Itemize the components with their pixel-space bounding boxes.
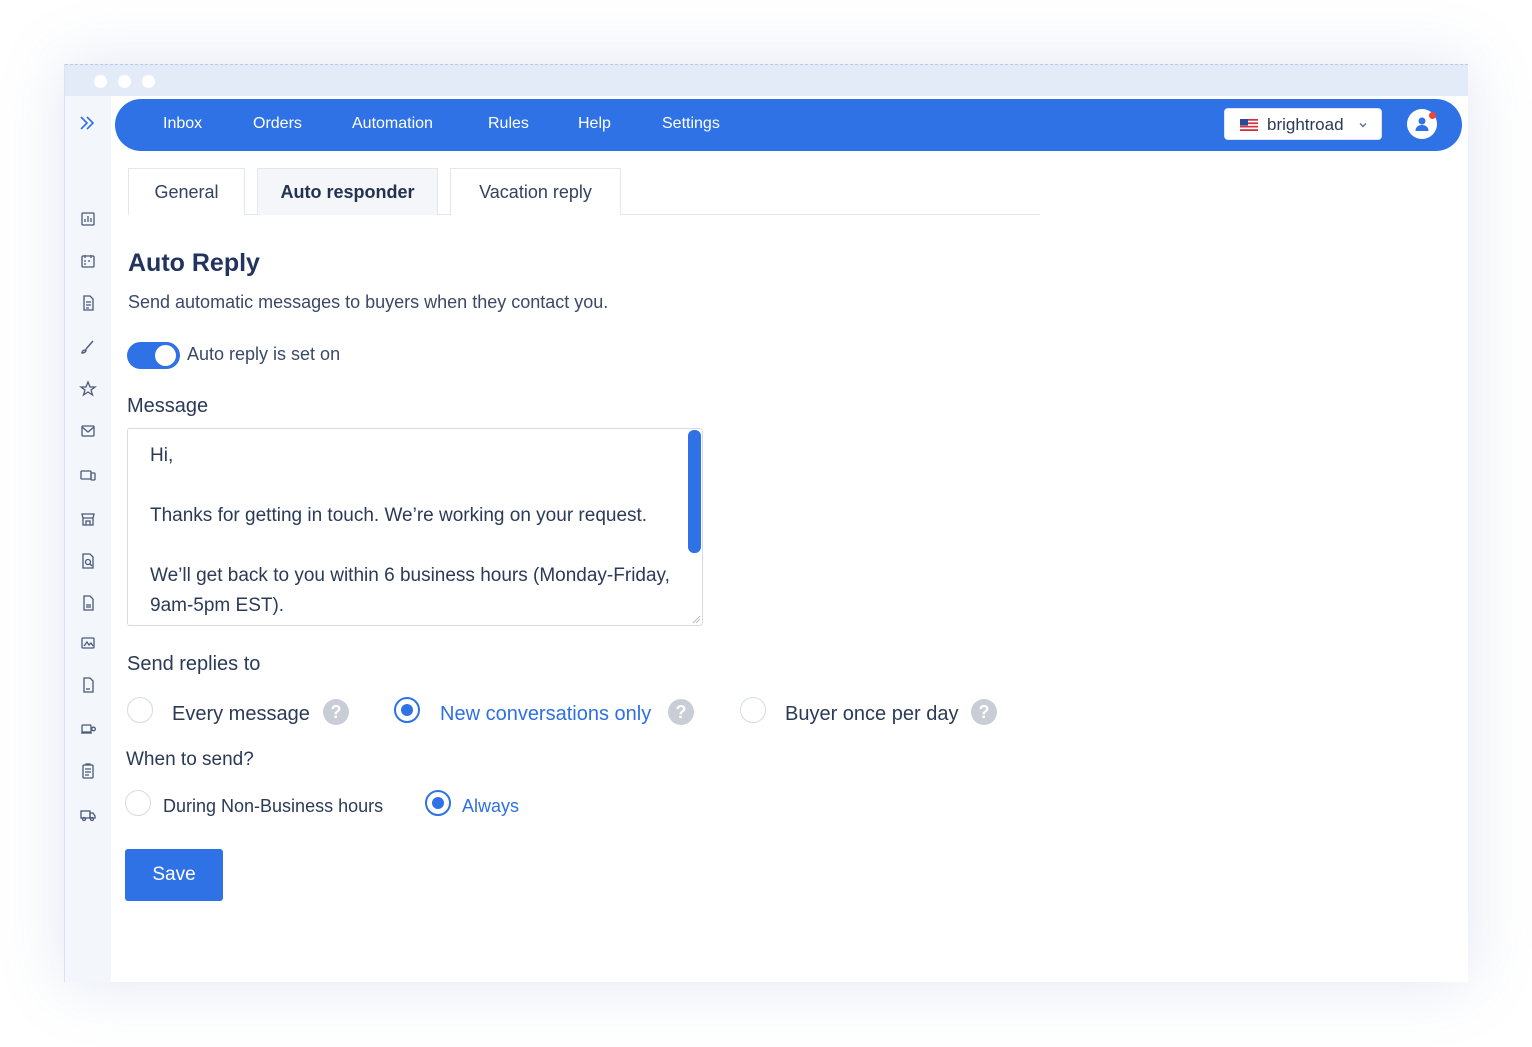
radio-always-label[interactable]: Always [462, 796, 519, 817]
us-flag-icon [1240, 119, 1258, 131]
window-dot [94, 75, 107, 88]
nav-rules[interactable]: Rules [488, 115, 529, 133]
star-icon[interactable] [79, 380, 97, 398]
radio-buyer-once-per-day-label[interactable]: Buyer once per day [785, 703, 958, 726]
send-replies-label: Send replies to [127, 653, 261, 675]
help-icon[interactable]: ? [323, 699, 349, 725]
auto-reply-toggle[interactable] [127, 342, 180, 369]
radio-buyer-once-per-day[interactable] [740, 697, 766, 723]
radio-every-message[interactable] [127, 697, 153, 723]
window-dot [118, 75, 131, 88]
clipboard-icon[interactable] [79, 762, 97, 780]
nav-orders[interactable]: Orders [253, 115, 302, 133]
laptop-gear-icon[interactable] [79, 720, 97, 738]
radio-non-business-hours-label[interactable]: During Non-Business hours [163, 796, 383, 817]
page-icon[interactable] [79, 676, 97, 694]
radio-dot [401, 704, 413, 716]
tab-general[interactable]: General [128, 168, 245, 215]
message-label: Message [127, 395, 209, 417]
auto-reply-toggle-label: Auto reply is set on [187, 344, 341, 364]
nav-automation[interactable]: Automation [352, 115, 433, 133]
help-icon[interactable]: ? [668, 699, 694, 725]
truck-icon[interactable] [79, 806, 97, 824]
file-icon[interactable] [79, 594, 97, 612]
radio-dot [432, 797, 444, 809]
toggle-knob [155, 345, 176, 366]
account-name: brightroad [1267, 115, 1344, 134]
expand-sidebar-icon[interactable] [77, 112, 99, 134]
page-subtitle: Send automatic messages to buyers when t… [128, 292, 609, 312]
message-text: Hi, Thanks for getting in touch. We’re w… [150, 445, 670, 616]
top-navigation: Inbox Orders Automation Rules Help Setti… [115, 99, 1462, 151]
radio-non-business-hours[interactable] [125, 790, 151, 816]
radio-new-conversations[interactable] [394, 697, 420, 723]
nav-settings[interactable]: Settings [662, 115, 720, 133]
mail-icon[interactable] [79, 422, 97, 440]
save-button[interactable]: Save [125, 849, 223, 901]
radio-new-conversations-label[interactable]: New conversations only [440, 703, 651, 726]
brush-icon[interactable] [79, 338, 97, 356]
store-icon[interactable] [79, 510, 97, 528]
resize-handle-icon[interactable] [691, 614, 701, 624]
radio-every-message-label[interactable]: Every message [172, 703, 310, 726]
chart-icon[interactable] [79, 210, 97, 228]
tab-auto-responder[interactable]: Auto responder [257, 168, 438, 215]
image-icon[interactable] [79, 634, 97, 652]
tab-vacation-reply[interactable]: Vacation reply [450, 168, 621, 215]
sidebar [65, 96, 111, 982]
scrollbar-thumb[interactable] [688, 430, 701, 553]
chevron-down-icon [1359, 123, 1367, 128]
message-textarea[interactable]: Hi, Thanks for getting in touch. We’re w… [127, 428, 703, 626]
notification-dot [1429, 112, 1436, 119]
radio-always[interactable] [425, 790, 451, 816]
devices-icon[interactable] [79, 466, 97, 484]
calendar-icon[interactable] [79, 252, 97, 270]
document-icon[interactable] [79, 294, 97, 312]
search-document-icon[interactable] [79, 552, 97, 570]
page-title: Auto Reply [128, 249, 260, 277]
help-icon[interactable]: ? [971, 699, 997, 725]
nav-help[interactable]: Help [578, 115, 611, 133]
window-titlebar [65, 64, 1468, 96]
window-dot [142, 75, 155, 88]
nav-inbox[interactable]: Inbox [163, 115, 202, 133]
user-icon [1415, 117, 1429, 131]
user-avatar[interactable] [1407, 109, 1437, 139]
account-selector[interactable]: brightroad [1224, 108, 1382, 140]
when-to-send-label: When to send? [126, 749, 254, 770]
